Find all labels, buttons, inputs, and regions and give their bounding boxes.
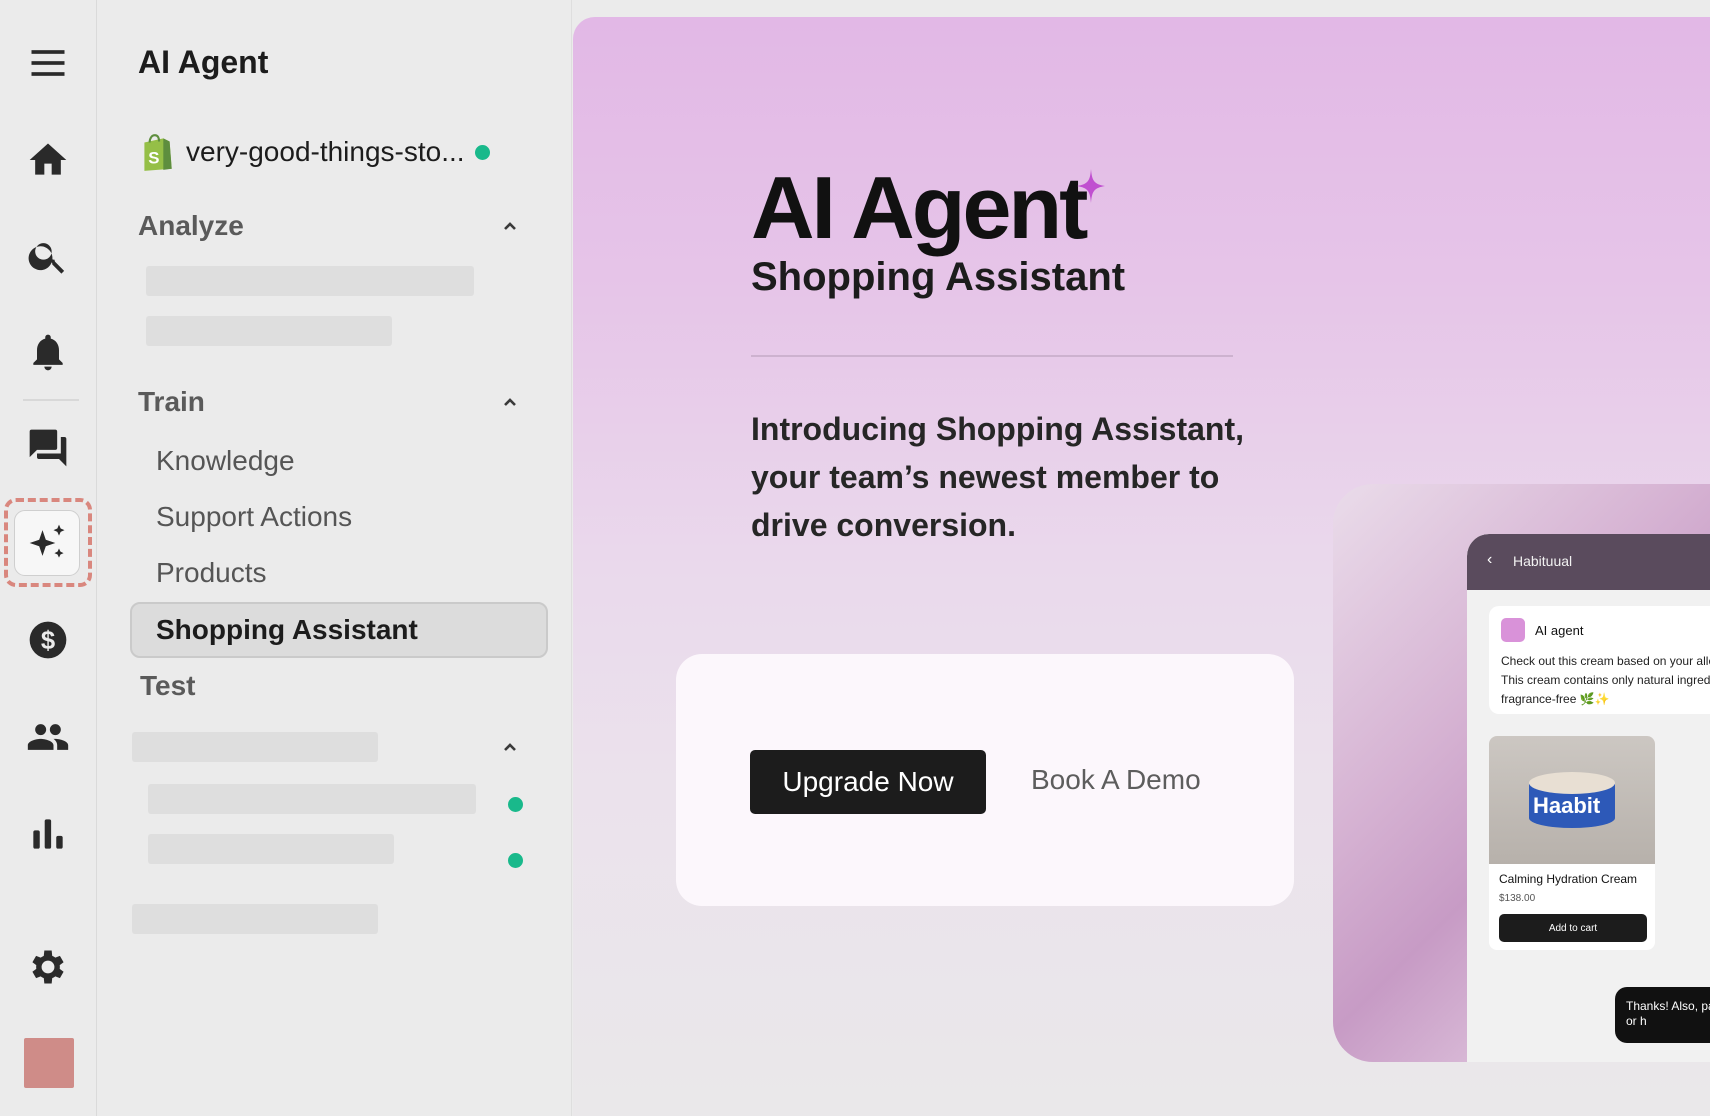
search-icon[interactable]: [12, 224, 84, 288]
section-test[interactable]: Test: [140, 670, 196, 702]
nav-item-products[interactable]: Products: [156, 557, 267, 589]
svg-text:$: $: [41, 627, 55, 655]
jar-lid: [1529, 772, 1615, 794]
shopify-icon: S: [144, 134, 172, 171]
skeleton-line: [132, 904, 378, 934]
sparkle-icon: [1077, 169, 1105, 203]
store-selector[interactable]: S very-good-things-sto...: [136, 130, 536, 174]
status-dot: [508, 853, 523, 868]
section-train[interactable]: Train: [138, 386, 205, 418]
skeleton-line: [146, 316, 392, 346]
home-icon[interactable]: [12, 128, 84, 192]
user-reply: Thanks! Also, parabens or h: [1615, 987, 1710, 1043]
status-dot: [508, 797, 523, 812]
side-nav: AI Agent S very-good-things-sto... Analy…: [98, 0, 572, 1116]
chevron-left-icon: ‹: [1487, 551, 1493, 568]
phone-brand: Habituual: [1513, 553, 1573, 569]
skeleton-line: [148, 784, 476, 814]
sparkles-icon[interactable]: [12, 511, 84, 575]
people-icon[interactable]: [12, 705, 84, 769]
store-status-dot: [474, 144, 490, 160]
skeleton-line: [148, 834, 394, 864]
skeleton-line: [146, 266, 474, 296]
product-name: Calming Hydration Cream: [1499, 872, 1638, 886]
dollar-icon[interactable]: $: [12, 608, 84, 672]
chevron-up-icon[interactable]: [500, 216, 520, 236]
nav-item-support-actions[interactable]: Support Actions: [156, 501, 352, 533]
chevron-up-icon[interactable]: [500, 392, 520, 412]
divider: [751, 355, 1233, 357]
agent-message-text: Check out this cream based on your aller…: [1501, 654, 1710, 706]
book-demo-link[interactable]: Book A Demo: [1031, 764, 1201, 796]
chat-icon[interactable]: [12, 416, 84, 480]
bell-icon[interactable]: [12, 320, 84, 384]
main-content: AI Agent Shopping Assistant Introducing …: [573, 17, 1710, 1116]
phone-mockup: ‹ Habituual AI agent Check out this crea…: [1467, 534, 1710, 1062]
nav-item-shopping-assistant[interactable]: Shopping Assistant: [130, 602, 548, 658]
product-price: $138.00: [1499, 893, 1536, 904]
rail-divider: [23, 399, 79, 401]
agent-name: AI agent: [1535, 623, 1584, 638]
chat-preview: ‹ Habituual AI agent Check out this crea…: [1333, 484, 1710, 1062]
store-name: very-good-things-sto...: [186, 136, 465, 167]
nav-title: AI Agent: [138, 44, 269, 80]
product-card: Haabit Calming Hydration Cream $138.00 A…: [1489, 736, 1655, 950]
hero-title: AI Agent: [751, 158, 1088, 257]
agent-message: AI agent Check out this cream based on y…: [1489, 606, 1710, 714]
chevron-up-icon[interactable]: [500, 737, 520, 757]
menu-icon[interactable]: [12, 31, 84, 95]
intro-text: Introducing Shopping Assistant, your tea…: [751, 411, 1245, 543]
add-to-cart-button: Add to cart: [1499, 914, 1647, 942]
hero-subtitle: Shopping Assistant: [751, 255, 1126, 299]
product-image: Haabit: [1489, 736, 1655, 864]
nav-item-knowledge[interactable]: Knowledge: [156, 445, 295, 477]
bar-chart-icon[interactable]: [12, 802, 84, 866]
phone-header: ‹ Habituual: [1467, 534, 1710, 590]
agent-icon: [1501, 618, 1525, 642]
icon-rail: $: [0, 0, 97, 1116]
avatar[interactable]: [24, 1038, 74, 1088]
skeleton-line: [132, 732, 378, 762]
cta-card: Upgrade Now Book A Demo: [676, 654, 1294, 906]
upgrade-now-button[interactable]: Upgrade Now: [750, 750, 986, 814]
svg-text:S: S: [148, 149, 159, 168]
gear-icon[interactable]: [12, 935, 84, 999]
section-analyze[interactable]: Analyze: [138, 210, 244, 242]
